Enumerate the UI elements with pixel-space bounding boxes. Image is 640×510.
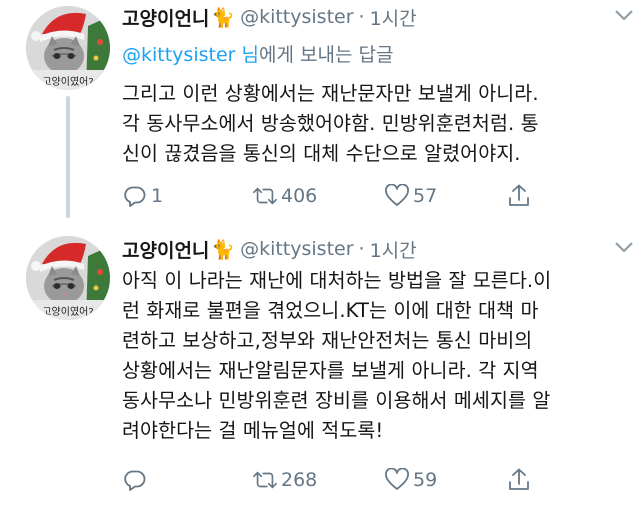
tweet-2[interactable]: 고양이였어? 고양이언니 🐈 @kittysister · 1시간 아직 이 나…: [0, 232, 640, 510]
header-separator: ·: [358, 6, 365, 28]
retweet-icon: [252, 467, 278, 493]
timestamp[interactable]: 1시간: [370, 4, 417, 31]
retweet-count: 268: [281, 469, 318, 491]
tweet-text: 그리고 이런 상황에서는 재난문자만 보낼게 아니라. 각 동사무소에서 방송했…: [122, 79, 620, 169]
tweet-text-line: 런 화재로 불편을 겪었으니.KT는 이에 대한 대책 마: [122, 299, 539, 322]
tweet-text-line: 상황에서는 재난알림문자를 보낼게 아니라. 각 지역: [122, 359, 539, 382]
heart-icon: [384, 467, 410, 493]
cat-emoji: 🐈: [211, 238, 236, 261]
replying-to-label: @kittysister 님에게 보내는 답글: [122, 40, 620, 67]
chevron-down-icon[interactable]: [614, 8, 634, 22]
heart-icon: [384, 183, 410, 209]
display-name[interactable]: 고양이언니: [122, 236, 209, 263]
reply-icon: [122, 183, 148, 209]
reply-suffix-text: 에게 보내는 답글: [258, 44, 394, 66]
retweet-button[interactable]: 406: [252, 182, 317, 210]
reply-button[interactable]: 1: [122, 182, 163, 210]
tweet-content: 고양이언니 🐈 @kittysister · 1시간 @kittysister …: [122, 2, 620, 169]
tweet-actions: 1 406 57: [122, 182, 620, 210]
user-handle[interactable]: @kittysister: [240, 238, 353, 260]
user-handle[interactable]: @kittysister: [240, 6, 353, 28]
cat-emoji: 🐈: [211, 6, 236, 29]
avatar-caption: 고양이였어?: [42, 76, 93, 88]
timestamp[interactable]: 1시간: [370, 236, 417, 263]
share-button[interactable]: [506, 466, 532, 494]
avatar-caption: 고양이였어?: [42, 306, 93, 318]
tweet-text-line: 각 동사무소에서 방송했어야함. 민방위훈련처럼. 통: [122, 112, 539, 135]
thread-connector-line: [66, 96, 70, 218]
reply-button[interactable]: [122, 466, 148, 494]
reply-suffix-highlight: 님: [241, 44, 259, 66]
header-separator: ·: [358, 238, 365, 260]
retweet-count: 406: [281, 185, 318, 207]
tweet-text: 아직 이 나라는 재난에 대처하는 방법을 잘 모른다.이 런 화재로 불편을 …: [122, 266, 620, 446]
like-count: 59: [413, 469, 438, 491]
retweet-icon: [252, 183, 278, 209]
tweet-content: 고양이언니 🐈 @kittysister · 1시간 아직 이 나라는 재난에 …: [122, 234, 620, 446]
display-name[interactable]: 고양이언니: [122, 4, 209, 31]
reply-icon: [122, 467, 148, 493]
tweet-text-line: 그리고 이런 상황에서는 재난문자만 보낼게 아니라.: [122, 82, 539, 105]
tweet-text-line: 동사무소나 민방위훈련 장비를 이용해서 메세지를 알: [122, 389, 551, 412]
avatar[interactable]: 고양이였어?: [26, 6, 110, 90]
chevron-down-icon[interactable]: [614, 240, 634, 254]
like-button[interactable]: 59: [384, 466, 437, 494]
tweet-actions: 268 59: [122, 466, 620, 494]
retweet-button[interactable]: 268: [252, 466, 317, 494]
reply-mention-link[interactable]: @kittysister: [122, 44, 235, 66]
tweet-text-line: 려야한다는 걸 메뉴얼에 적도록!: [122, 419, 384, 442]
tweet-text-line: 련하고 보상하고,정부와 재난안전처는 통신 마비의: [122, 329, 533, 352]
tweet-1[interactable]: 고양이였어? 고양이언니 🐈 @kittysister · 1시간 @kitty…: [0, 0, 640, 232]
like-count: 57: [413, 185, 438, 207]
reply-count: 1: [151, 185, 164, 207]
share-icon: [506, 183, 532, 209]
tweet-header: 고양이언니 🐈 @kittysister · 1시간: [122, 2, 620, 32]
share-button[interactable]: [506, 182, 532, 210]
tweet-text-line: 아직 이 나라는 재난에 대처하는 방법을 잘 모른다.이: [122, 269, 552, 292]
tweet-header: 고양이언니 🐈 @kittysister · 1시간: [122, 234, 620, 264]
share-icon: [506, 467, 532, 493]
avatar[interactable]: 고양이였어?: [26, 236, 110, 320]
like-button[interactable]: 57: [384, 182, 437, 210]
tweet-text-line: 신이 끊겼음을 통신의 대체 수단으로 알렸어야지.: [122, 142, 521, 165]
